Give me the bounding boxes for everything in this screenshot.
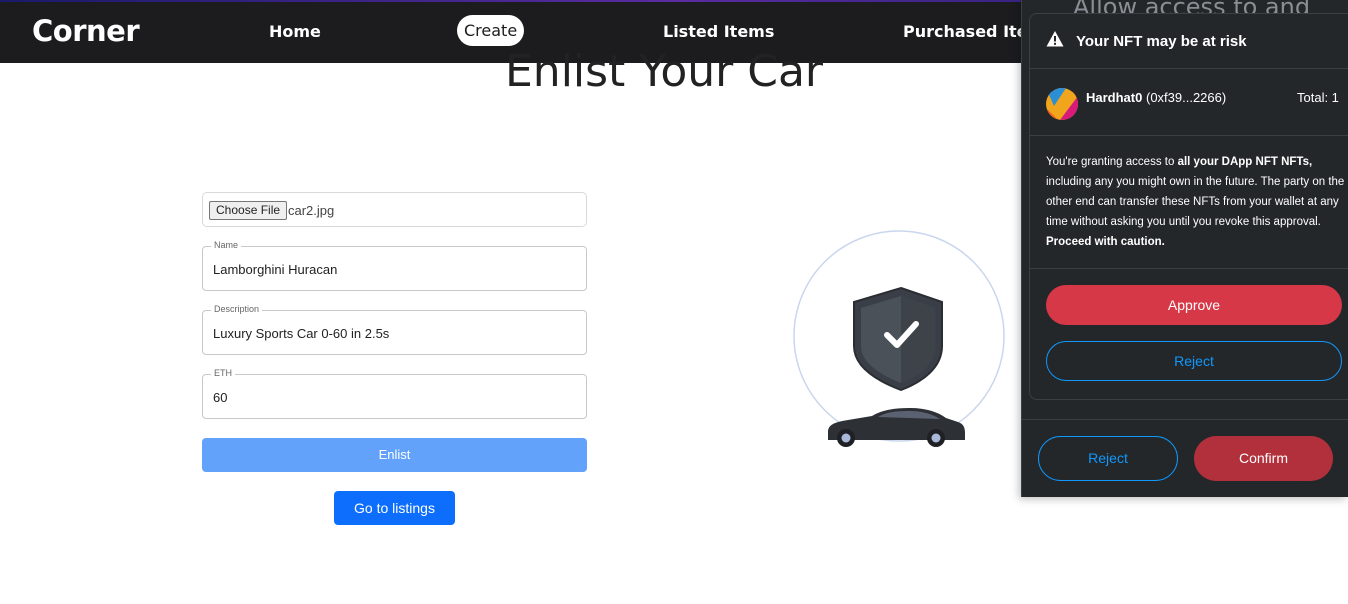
name-field[interactable]: Name Lamborghini Huracan	[202, 240, 587, 291]
account-address: (0xf39...2266)	[1145, 90, 1227, 105]
modal-reject-button[interactable]: Reject	[1046, 341, 1342, 381]
description-value: Luxury Sports Car 0-60 in 2.5s	[213, 326, 390, 341]
page-title: Enlist Your Car	[505, 46, 823, 97]
modal-title: Your NFT may be at risk	[1076, 33, 1247, 50]
modal-header: Your NFT may be at risk	[1030, 14, 1348, 69]
account-row: Hardhat0 (0xf39...2266) Total: 1	[1030, 69, 1348, 136]
warning-icon	[1046, 31, 1064, 47]
account-avatar	[1046, 88, 1078, 120]
description-field[interactable]: Description Luxury Sports Car 0-60 in 2.…	[202, 304, 587, 355]
nft-total: Total: 1	[1297, 90, 1339, 105]
go-to-listings-button[interactable]: Go to listings	[334, 491, 455, 525]
nav-create[interactable]: Create	[457, 15, 525, 46]
shield-icon	[853, 286, 943, 392]
eth-label: ETH	[211, 368, 235, 378]
nft-risk-modal: Your NFT may be at risk Hardhat0 (0xf39.…	[1029, 13, 1348, 400]
eth-value: 60	[213, 390, 228, 405]
secure-car-illustration	[793, 230, 1005, 447]
confirm-button[interactable]: Confirm	[1194, 436, 1333, 481]
footer-divider	[1021, 419, 1348, 420]
name-value: Lamborghini Huracan	[213, 262, 338, 277]
eth-field[interactable]: ETH 60	[202, 368, 587, 419]
reject-button[interactable]: Reject	[1038, 436, 1178, 481]
approve-button[interactable]: Approve	[1046, 285, 1342, 325]
enlist-button[interactable]: Enlist	[202, 438, 587, 472]
account-name: Hardhat0 (0xf39...2266)	[1086, 90, 1227, 105]
modal-divider	[1030, 268, 1348, 269]
risk-description: You're granting access to all your DApp …	[1046, 156, 1345, 248]
nav-listed-items[interactable]: Listed Items	[663, 22, 774, 41]
brand-logo[interactable]: Corner	[32, 14, 140, 48]
name-label: Name	[211, 240, 242, 250]
nav-home[interactable]: Home	[269, 22, 321, 41]
choose-file-button[interactable]: Choose File	[209, 201, 288, 220]
description-label: Description	[211, 304, 263, 314]
file-name: car2.jpg	[288, 203, 335, 218]
file-input[interactable]: Choose File car2.jpg	[202, 192, 587, 227]
